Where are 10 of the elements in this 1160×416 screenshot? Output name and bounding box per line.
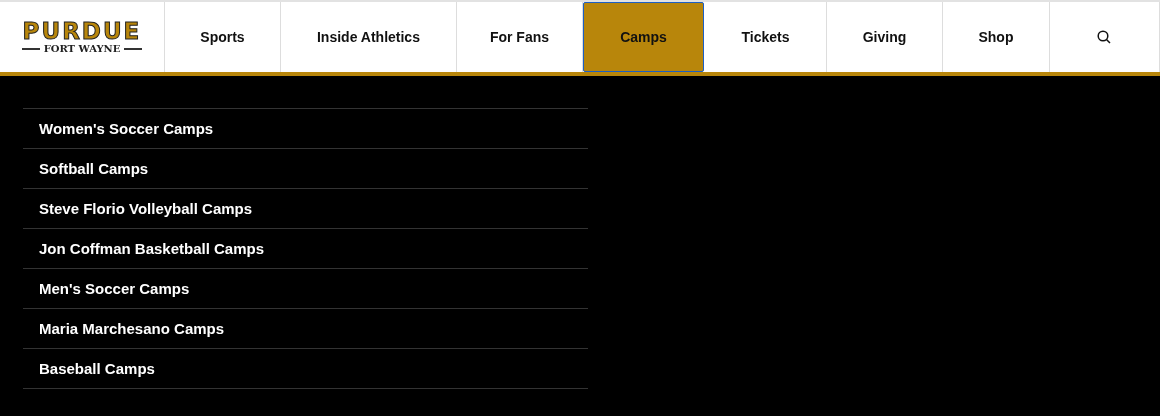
nav-tab[interactable]: Camps [582,2,704,72]
menu-link[interactable]: Softball Camps [39,160,149,177]
menu-link[interactable]: Men's Soccer Camps [39,280,190,297]
logo[interactable]: PURDUE FORT WAYNE [0,2,165,72]
menu-link[interactable]: Steve Florio Volleyball Camps [39,200,253,217]
search-icon [1097,30,1112,44]
menu-link[interactable]: Maria Marchesano Camps [39,320,225,337]
menu-link[interactable]: Baseball Camps [39,360,155,377]
menu-link[interactable]: Women's Soccer Camps [39,120,214,137]
menu-link[interactable]: Jon Coffman Basketball Camps [39,240,265,257]
